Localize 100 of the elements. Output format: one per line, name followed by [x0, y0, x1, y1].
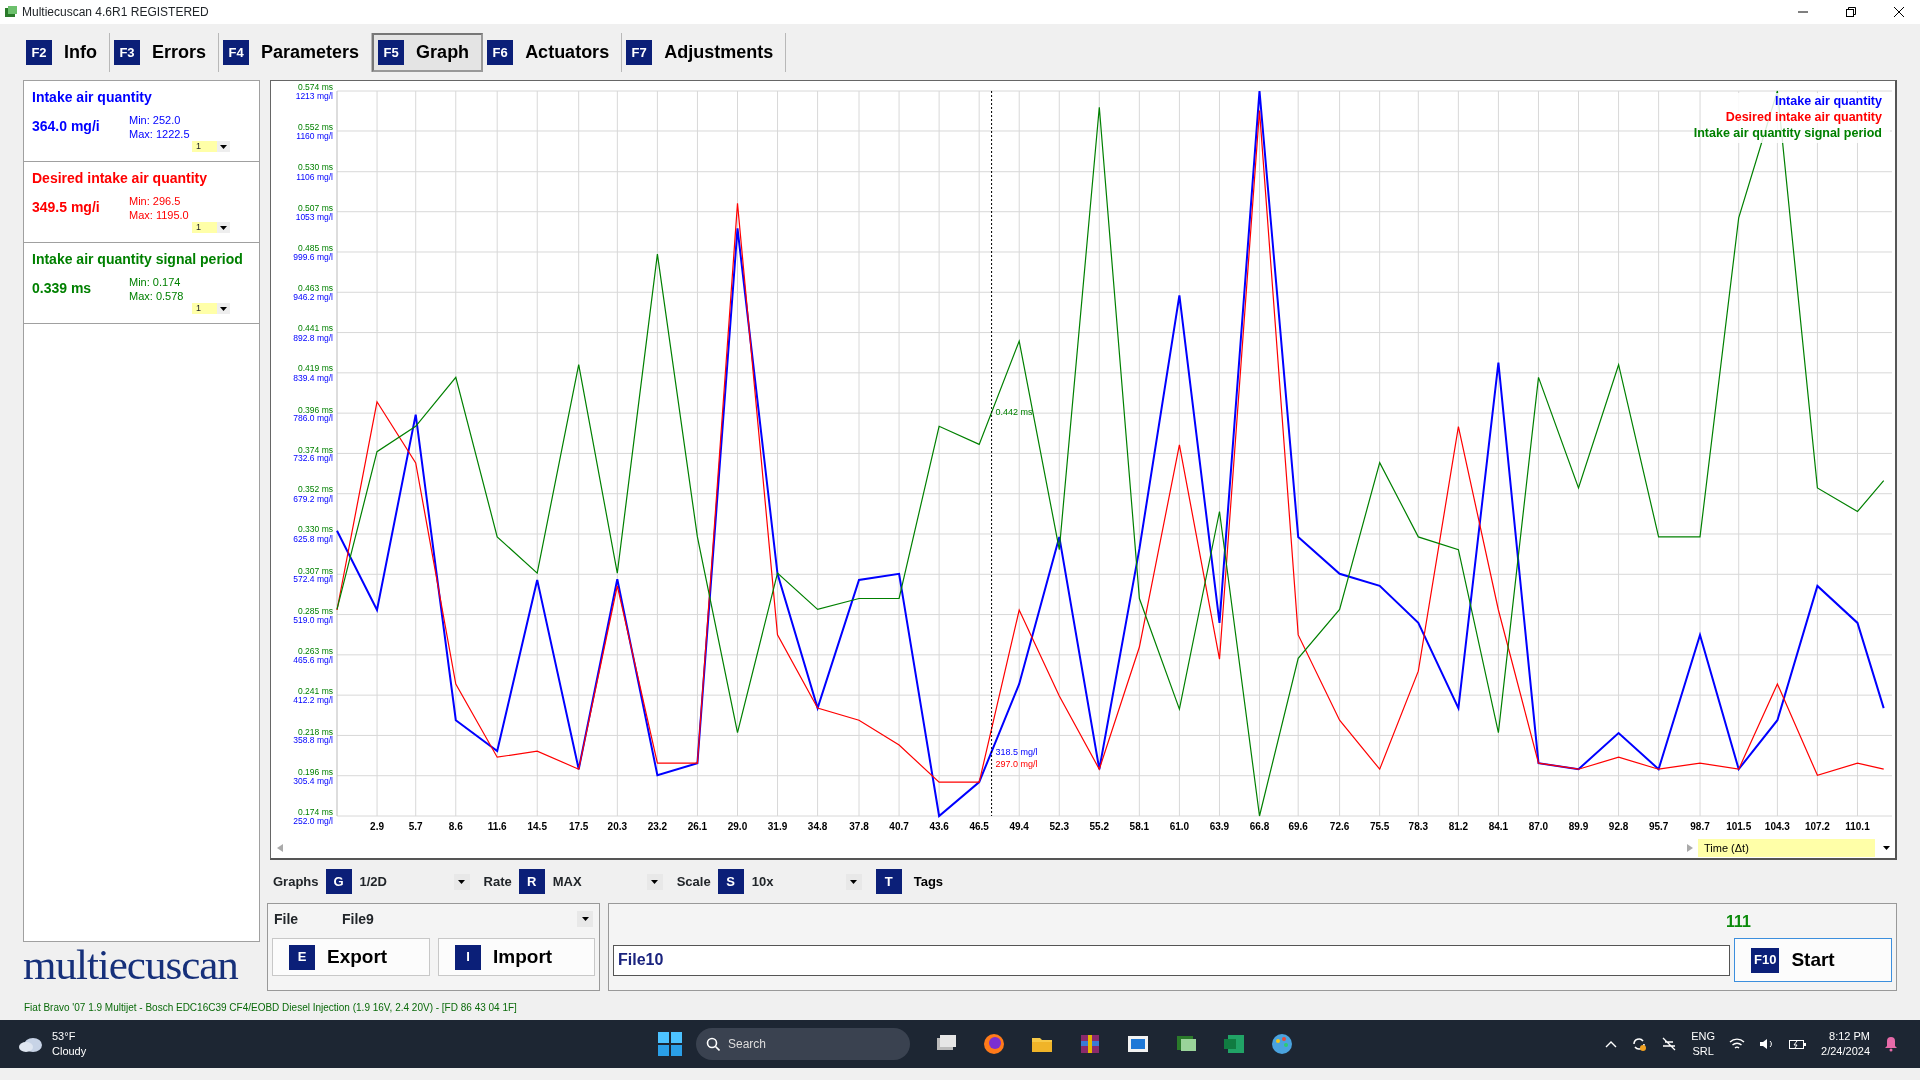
key-badge: F7 [626, 40, 653, 65]
clock-date[interactable]: 2/24/2024 [1821, 1044, 1870, 1059]
axis-label: 1213 mg/l [295, 91, 333, 101]
axis-label: 412.2 mg/l [293, 695, 333, 706]
axis-label: 0.463 ms [298, 283, 333, 294]
tab[interactable]: F5 Graph [372, 33, 484, 72]
sensor-name: Desired intake air quantity [32, 169, 209, 188]
axis-label: 8.6 [448, 821, 463, 832]
axis-label: 87.0 [1528, 821, 1549, 832]
axis-label: 55.2 [1089, 821, 1110, 832]
search-field[interactable]: Search [696, 1028, 910, 1060]
filename-field[interactable]: File10 [613, 944, 1730, 976]
cursor-readout: 297.0 mg/l [995, 758, 1038, 769]
key-badge: F5 [378, 40, 405, 65]
key-badge: G [325, 869, 352, 894]
min-value: Min: 296.5 [129, 194, 182, 208]
keyboard-layout[interactable]: SRL [1691, 1044, 1716, 1059]
axis-label: 0.507 ms [298, 203, 333, 214]
action-button[interactable]: I Import [438, 938, 595, 976]
axis-label: 999.6 mg/l [293, 252, 333, 262]
axis-label: 1053 mg/l [295, 211, 333, 222]
axis-label: 358.8 mg/l [293, 735, 333, 746]
axis-label: 34.8 [807, 821, 828, 832]
dropdown[interactable]: 1/2D [359, 871, 470, 892]
key-badge: E [289, 944, 315, 970]
axis-label: 0.374 ms [298, 444, 333, 455]
axis-label: 20.3 [607, 821, 628, 832]
axis-label: 95.7 [1648, 821, 1669, 832]
key-badge: I [455, 944, 482, 970]
sensor-value: 0.339 ms [32, 279, 93, 298]
axis-label: 29.0 [727, 821, 748, 832]
axis-label: 0.530 ms [298, 161, 333, 172]
axis-label: 104.3 [1764, 821, 1790, 832]
axis-label: 52.3 [1049, 821, 1069, 832]
axis-label: 0.552 ms [298, 121, 333, 132]
axis-label: 625.8 mg/l [293, 534, 333, 544]
scale-dropdown[interactable]: 1 [192, 303, 230, 314]
axis-label: 0.218 ms [298, 727, 333, 738]
axis-label: 66.8 [1249, 821, 1270, 832]
status-text: Fiat Bravo '07 1.9 Multijet - Bosch EDC16C39 CF4/EOBD Diesel Injection (1.9 16V, 2.4 20V) - [FD 86 43 04 1F] [24, 1002, 517, 1013]
dropdown[interactable]: 10x [751, 871, 862, 892]
control-label: Rate [483, 872, 512, 891]
axis-label: 892.8 mg/l [293, 332, 333, 343]
axis-label: 0.174 ms [298, 807, 333, 817]
key-badge: F6 [487, 40, 514, 65]
min-value: Min: 0.174 [129, 275, 182, 289]
language-code[interactable]: ENG [1691, 1029, 1716, 1044]
axis-label: 40.7 [889, 821, 909, 832]
tags-button[interactable]: T Tags [875, 869, 944, 894]
action-button[interactable]: E Export [272, 938, 431, 976]
axis-label: 0.263 ms [298, 645, 333, 656]
axis-label: 5.7 [408, 821, 423, 832]
axis-label: 37.8 [849, 821, 869, 832]
legend-label: Desired intake air quantity [1725, 110, 1882, 124]
max-value: Max: 0.578 [129, 289, 184, 303]
sensor-name: Intake air quantity [32, 88, 153, 107]
key-badge: S [717, 869, 744, 894]
axis-label: 14.5 [527, 821, 547, 832]
axis-label: 11.6 [487, 821, 507, 832]
scale-dropdown[interactable]: 1 [192, 141, 230, 152]
start-button[interactable]: F10 Start [1734, 938, 1892, 982]
axis-label: 58.1 [1129, 821, 1150, 832]
file-dropdown[interactable]: File9 [342, 908, 593, 930]
cursor-readout: 318.5 mg/l [995, 746, 1038, 757]
min-value: Min: 252.0 [129, 113, 182, 127]
axis-label: 0.352 ms [298, 484, 333, 495]
key-badge: F2 [26, 40, 52, 65]
dropdown[interactable]: MAX [552, 871, 663, 892]
axis-label: 63.9 [1209, 821, 1230, 832]
counter-value: 111 [1726, 912, 1751, 932]
axis-label: 572.4 mg/l [293, 574, 333, 585]
field-label: File [274, 909, 300, 929]
axis-label: 89.9 [1568, 821, 1589, 832]
axis-label: 786.0 mg/l [293, 413, 333, 424]
axis-label: 1160 mg/l [296, 131, 333, 141]
axis-dropdown[interactable]: Time (Δt) [1698, 839, 1875, 857]
sensor-value: 364.0 mg/i [32, 117, 101, 136]
axis-label: 69.6 [1288, 821, 1308, 832]
scale-dropdown[interactable]: 1 [192, 222, 230, 233]
window-title: Multiecuscan 4.6R1 REGISTERED [22, 4, 209, 21]
sensor-name: Intake air quantity signal period [32, 250, 244, 269]
axis-label: 305.4 mg/l [293, 775, 333, 786]
axis-label: 17.5 [568, 821, 589, 832]
key-badge: T [875, 869, 902, 894]
cursor-readout: 0.442 ms [995, 407, 1033, 418]
axis-label: 61.0 [1169, 821, 1190, 832]
axis-label: 0.441 ms [298, 323, 333, 334]
axis-label: 0.196 ms [298, 767, 333, 778]
axis-label: 78.3 [1408, 821, 1429, 832]
weather-text: Cloudy [52, 1044, 87, 1059]
key-badge: R [518, 869, 545, 894]
axis-label: 0.285 ms [298, 605, 333, 616]
axis-label: 839.4 mg/l [293, 372, 333, 383]
key-badge: F3 [114, 40, 140, 65]
axis-label: 72.6 [1329, 821, 1350, 832]
sensor-value: 349.5 mg/i [32, 198, 101, 217]
clock-time[interactable]: 8:12 PM [1821, 1029, 1870, 1044]
axis-label: 107.2 [1804, 821, 1830, 832]
axis-label: 31.9 [767, 821, 788, 832]
logo: multiecuscan [23, 942, 239, 988]
